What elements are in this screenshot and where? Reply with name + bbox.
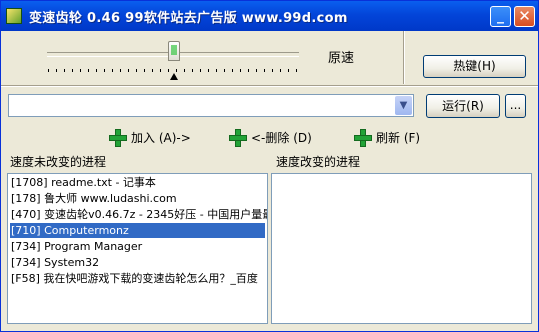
changed-list-header: 速度改变的进程 — [276, 155, 361, 169]
slider-tick — [176, 69, 177, 72]
slider-tick — [80, 69, 81, 72]
close-button[interactable]: ✕ — [514, 6, 535, 27]
chevron-down-icon[interactable]: ▼ — [395, 96, 412, 115]
slider-tick — [104, 69, 105, 72]
process-list-item[interactable]: [734] System32 — [10, 255, 99, 270]
process-list-item[interactable]: [470] 变速齿轮v0.46.7z - 2345好压 - 中国用户量最 — [10, 207, 267, 222]
green-plus-icon — [109, 129, 127, 147]
slider-tick — [264, 69, 265, 72]
slider-tick — [296, 69, 297, 72]
slider-tick — [272, 69, 273, 72]
slider-tick — [152, 69, 153, 72]
slider-tick — [208, 69, 209, 72]
run-button[interactable]: 运行(R) — [426, 94, 500, 118]
app-window: 变速齿轮 0.46 99软件站去广告版 www.99d.com _ ✕ 原速 热… — [0, 0, 539, 332]
slider-tick — [72, 69, 73, 72]
slider-tick — [184, 69, 185, 72]
process-combo[interactable]: ▼ — [8, 94, 414, 117]
add-button-label: 加入 (A)-> — [131, 131, 191, 145]
green-plus-icon — [229, 129, 247, 147]
slider-tick — [144, 69, 145, 72]
slider-tick — [192, 69, 193, 72]
slider-tick — [56, 69, 57, 72]
slider-tick — [168, 69, 169, 72]
slider-tick — [288, 69, 289, 72]
slider-tick — [224, 69, 225, 72]
slider-tick — [200, 69, 201, 72]
process-list-item[interactable]: [178] 鲁大师 www.ludashi.com — [10, 191, 177, 206]
slider-tick — [160, 69, 161, 72]
process-list-item[interactable]: [1708] readme.txt - 记事本 — [10, 175, 156, 190]
slider-tick — [64, 69, 65, 72]
process-list-item[interactable]: [F58] 我在快吧游戏下载的变速齿轮怎么用？_百度 — [10, 271, 258, 286]
slider-tick — [96, 69, 97, 72]
slider-tick — [232, 69, 233, 72]
unchanged-process-list[interactable]: [1708] readme.txt - 记事本 [178] 鲁大师 www.lud… — [7, 173, 268, 324]
slider-tick — [88, 69, 89, 72]
slider-tick — [216, 69, 217, 72]
minimize-button[interactable]: _ — [490, 6, 511, 27]
slider-tick — [256, 69, 257, 72]
normal-speed-marker-icon — [170, 73, 178, 80]
browse-button[interactable]: ... — [505, 94, 526, 118]
slider-tick — [112, 69, 113, 72]
slider-tick — [128, 69, 129, 72]
slider-thumb[interactable] — [168, 41, 180, 61]
changed-process-list[interactable] — [271, 173, 532, 324]
app-icon — [6, 8, 22, 24]
green-plus-icon — [354, 129, 372, 147]
slider-tick — [120, 69, 121, 72]
vertical-divider — [403, 31, 405, 84]
slider-tick — [136, 69, 137, 72]
slider-tick — [248, 69, 249, 72]
slider-tick — [48, 69, 49, 72]
horizontal-divider — [1, 85, 538, 87]
hotkey-button[interactable]: 热键(H) — [423, 55, 526, 78]
refresh-button-label: 刷新 (F) — [376, 131, 421, 145]
process-list-item[interactable]: [734] Program Manager — [10, 239, 142, 254]
slider-tick — [280, 69, 281, 72]
main-panel: 原速 热键(H) ▼ 运行(R) ... 加入 (A)-> <-删除 (D) 刷… — [1, 31, 538, 331]
title-bar[interactable]: 变速齿轮 0.46 99软件站去广告版 www.99d.com _ ✕ — [1, 1, 538, 31]
process-list-item[interactable]: [710] Computermonz — [10, 223, 265, 238]
unchanged-list-header: 速度未改变的进程 — [10, 155, 107, 169]
window-title: 变速齿轮 0.46 99软件站去广告版 www.99d.com — [29, 11, 348, 26]
remove-button-label: <-删除 (D) — [251, 131, 312, 145]
slider-tick — [240, 69, 241, 72]
speed-label: 原速 — [328, 51, 355, 66]
